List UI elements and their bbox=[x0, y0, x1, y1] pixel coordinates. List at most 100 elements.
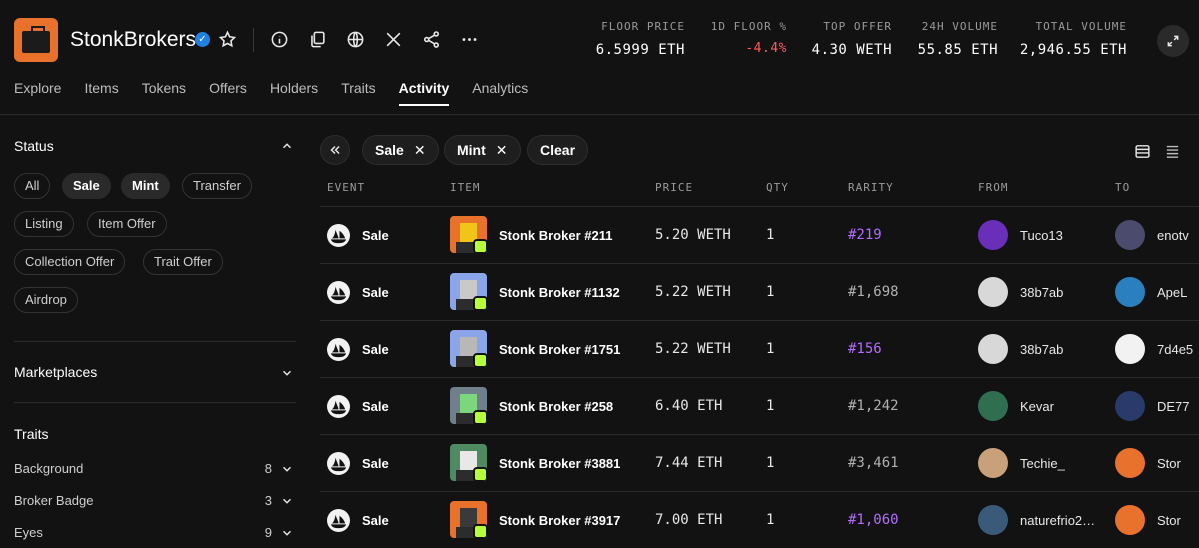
from-avatar[interactable] bbox=[978, 505, 1008, 535]
from-address-link[interactable]: naturefrio2… bbox=[1020, 513, 1095, 528]
filter-pill-sale[interactable]: Sale ✕ bbox=[362, 135, 439, 165]
item-name-link[interactable]: Stonk Broker #211 bbox=[499, 228, 612, 243]
more-icon[interactable] bbox=[458, 28, 480, 50]
clear-filters-button[interactable]: Clear bbox=[527, 135, 589, 165]
column-header-item: ITEM bbox=[450, 181, 481, 194]
to-avatar[interactable] bbox=[1115, 334, 1145, 364]
to-avatar[interactable] bbox=[1115, 505, 1145, 535]
close-icon[interactable]: ✕ bbox=[496, 136, 508, 164]
status-section-title[interactable]: Status bbox=[14, 138, 54, 154]
tab-explore[interactable]: Explore bbox=[14, 80, 61, 106]
from-address-link[interactable]: Kevar bbox=[1020, 399, 1054, 414]
from-avatar[interactable] bbox=[978, 277, 1008, 307]
from-avatar[interactable] bbox=[978, 391, 1008, 421]
tab-holders[interactable]: Holders bbox=[270, 80, 318, 106]
to-address-link[interactable]: 7d4e5 bbox=[1157, 342, 1193, 357]
table-row[interactable]: Sale Stonk Broker #3881 7.44 ETH 1 #3,461 Tec… bbox=[320, 434, 1199, 491]
to-address-link[interactable]: Stor bbox=[1157, 513, 1181, 528]
table-row[interactable]: Sale Stonk Broker #1132 5.22 WETH 1 #1,698 38… bbox=[320, 263, 1199, 320]
tab-tokens[interactable]: Tokens bbox=[142, 80, 186, 106]
from-address-link[interactable]: 38b7ab bbox=[1020, 342, 1063, 357]
x-icon[interactable] bbox=[382, 28, 404, 50]
from-address-link[interactable]: 38b7ab bbox=[1020, 285, 1063, 300]
table-view-icon[interactable] bbox=[1159, 138, 1185, 164]
opensea-event-icon bbox=[327, 281, 350, 304]
status-chip-sale[interactable]: Sale bbox=[62, 173, 111, 199]
to-avatar[interactable] bbox=[1115, 220, 1145, 250]
table-row[interactable]: Sale Stonk Broker #258 6.40 ETH 1 #1,242 Keva… bbox=[320, 377, 1199, 434]
table-row[interactable]: Sale Stonk Broker #3917 7.00 ETH 1 #1,060 nat… bbox=[320, 491, 1199, 548]
from-avatar[interactable] bbox=[978, 334, 1008, 364]
qty-value: 1 bbox=[766, 284, 775, 300]
collapse-sidebar-icon[interactable] bbox=[320, 135, 350, 165]
to-address-link[interactable]: Stor bbox=[1157, 456, 1181, 471]
info-icon[interactable] bbox=[268, 28, 290, 50]
status-chip-airdrop[interactable]: Airdrop bbox=[14, 287, 78, 313]
item-thumbnail[interactable] bbox=[450, 216, 487, 253]
item-thumbnail[interactable] bbox=[450, 273, 487, 310]
from-address-link[interactable]: Tuco13 bbox=[1020, 228, 1063, 243]
status-chip-listing[interactable]: Listing bbox=[14, 211, 74, 237]
status-chip-trait-offer[interactable]: Trait Offer bbox=[143, 249, 223, 275]
from-avatar[interactable] bbox=[978, 220, 1008, 250]
chevron-up-icon[interactable] bbox=[280, 139, 294, 153]
tab-traits[interactable]: Traits bbox=[341, 80, 375, 106]
trait-row-eyes[interactable]: Eyes 9 bbox=[14, 525, 294, 540]
status-chip-mint[interactable]: Mint bbox=[121, 173, 170, 199]
event-type: Sale bbox=[362, 399, 389, 414]
status-chip-all[interactable]: All bbox=[14, 173, 51, 199]
qty-value: 1 bbox=[766, 227, 775, 243]
from-avatar[interactable] bbox=[978, 448, 1008, 478]
tab-analytics[interactable]: Analytics bbox=[472, 80, 528, 106]
status-chip-collection-offer[interactable]: Collection Offer bbox=[14, 249, 126, 275]
price-value: 5.22 WETH bbox=[655, 284, 731, 300]
chevron-down-icon[interactable] bbox=[280, 526, 294, 540]
chevron-down-icon[interactable] bbox=[280, 462, 294, 476]
item-name-link[interactable]: Stonk Broker #3881 bbox=[499, 456, 620, 471]
tab-offers[interactable]: Offers bbox=[209, 80, 247, 106]
sidebar-divider bbox=[14, 341, 296, 342]
qty-value: 1 bbox=[766, 341, 775, 357]
item-name-link[interactable]: Stonk Broker #3917 bbox=[499, 513, 620, 528]
to-avatar[interactable] bbox=[1115, 277, 1145, 307]
to-avatar[interactable] bbox=[1115, 448, 1145, 478]
lightning-badge-icon bbox=[473, 410, 487, 424]
table-row[interactable]: Sale Stonk Broker #1751 5.22 WETH 1 #156 38b7… bbox=[320, 320, 1199, 377]
table-row[interactable]: Sale Stonk Broker #211 5.20 WETH 1 #219 Tuco1… bbox=[320, 206, 1199, 263]
filter-pill-mint[interactable]: Mint ✕ bbox=[444, 135, 521, 165]
trait-row-broker-badge[interactable]: Broker Badge 3 bbox=[14, 493, 294, 508]
from-address-link[interactable]: Techie_ bbox=[1020, 456, 1065, 471]
tab-items[interactable]: Items bbox=[84, 80, 118, 106]
item-thumbnail[interactable] bbox=[450, 330, 487, 367]
item-thumbnail[interactable] bbox=[450, 444, 487, 481]
event-type: Sale bbox=[362, 342, 389, 357]
trait-row-background[interactable]: Background 8 bbox=[14, 461, 294, 476]
chevron-down-icon[interactable] bbox=[280, 366, 294, 380]
status-chip-item-offer[interactable]: Item Offer bbox=[87, 211, 167, 237]
star-icon[interactable] bbox=[216, 28, 238, 50]
to-address-link[interactable]: DE77 bbox=[1157, 399, 1190, 414]
globe-icon[interactable] bbox=[344, 28, 366, 50]
expand-icon[interactable] bbox=[1157, 25, 1189, 57]
column-header-rarity[interactable]: RARITY bbox=[848, 181, 894, 194]
price-value: 5.22 WETH bbox=[655, 341, 731, 357]
item-thumbnail[interactable] bbox=[450, 501, 487, 538]
status-chip-transfer[interactable]: Transfer bbox=[182, 173, 252, 199]
item-name-link[interactable]: Stonk Broker #1132 bbox=[499, 285, 620, 300]
column-header-price[interactable]: PRICE bbox=[655, 181, 693, 194]
item-name-link[interactable]: Stonk Broker #258 bbox=[499, 399, 613, 414]
to-address-link[interactable]: enotv bbox=[1157, 228, 1189, 243]
to-avatar[interactable] bbox=[1115, 391, 1145, 421]
marketplaces-section-title[interactable]: Marketplaces bbox=[14, 364, 97, 380]
list-view-icon[interactable] bbox=[1129, 138, 1155, 164]
close-icon[interactable]: ✕ bbox=[414, 136, 426, 164]
copy-icon[interactable] bbox=[306, 28, 328, 50]
chevron-down-icon[interactable] bbox=[280, 494, 294, 508]
item-thumbnail[interactable] bbox=[450, 387, 487, 424]
to-address-link[interactable]: ApeL bbox=[1157, 285, 1187, 300]
tab-activity[interactable]: Activity bbox=[398, 80, 450, 106]
item-name-link[interactable]: Stonk Broker #1751 bbox=[499, 342, 620, 357]
share-icon[interactable] bbox=[420, 28, 442, 50]
opensea-event-icon bbox=[327, 224, 350, 247]
column-header-qty[interactable]: QTY bbox=[766, 181, 789, 194]
